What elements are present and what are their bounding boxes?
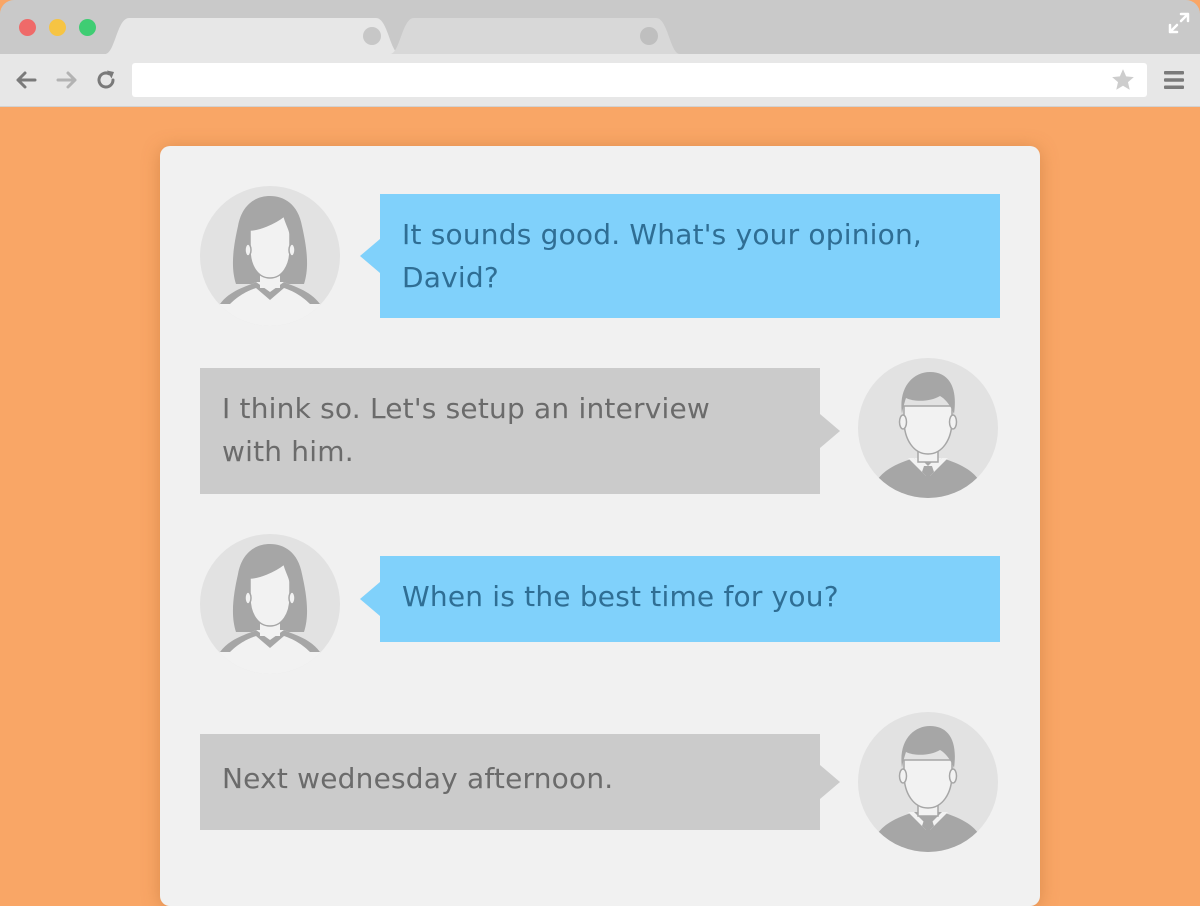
reload-icon[interactable] (94, 68, 118, 92)
address-bar[interactable] (132, 63, 1147, 97)
chat-window: It sounds good. What's your opinion, Dav… (160, 146, 1040, 906)
browser-tab-active[interactable] (105, 18, 400, 54)
arrow-right-icon[interactable] (55, 68, 79, 92)
message-text: Next wednesday afternoon. (222, 762, 614, 795)
tab-close-icon[interactable] (363, 27, 381, 45)
message-text: I think so. Let's setup an interview (222, 392, 710, 425)
man-avatar-icon (858, 358, 998, 498)
hamburger-menu-icon[interactable] (1163, 70, 1185, 90)
incoming-message-bubble: When is the best time for you? (360, 556, 1000, 642)
window-minimize-button[interactable] (49, 19, 66, 36)
window-maximize-button[interactable] (79, 19, 96, 36)
outgoing-message-bubble: Next wednesday afternoon. (200, 734, 840, 830)
window-close-button[interactable] (19, 19, 36, 36)
message-text: with him. (222, 435, 354, 468)
browser-titlebar (0, 0, 1200, 54)
outgoing-message-bubble: I think so. Let's setup an interview wit… (200, 368, 840, 494)
arrow-left-icon[interactable] (14, 68, 38, 92)
star-icon[interactable] (1110, 67, 1136, 93)
fullscreen-expand-icon[interactable] (1168, 12, 1190, 34)
tab-close-icon[interactable] (640, 27, 658, 45)
browser-tab-inactive[interactable] (390, 18, 680, 54)
woman-avatar-icon (200, 186, 340, 326)
message-text: When is the best time for you? (402, 580, 839, 613)
woman-avatar-icon (200, 534, 340, 674)
message-text: David? (402, 261, 499, 294)
man-avatar-icon (858, 712, 998, 852)
message-text: It sounds good. What's your opinion, (402, 218, 923, 251)
incoming-message-bubble: It sounds good. What's your opinion, Dav… (360, 194, 1000, 318)
browser-toolbar (0, 54, 1200, 107)
